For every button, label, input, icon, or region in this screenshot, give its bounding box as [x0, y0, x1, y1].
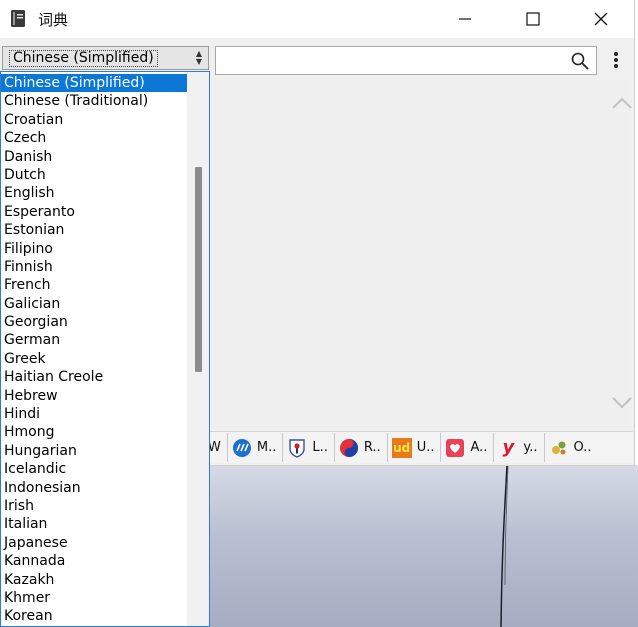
dictionary-label: U.. — [416, 440, 435, 455]
language-option[interactable]: Irish — [1, 497, 187, 515]
language-option[interactable]: Kannada — [1, 552, 187, 570]
ud-icon: ud — [391, 437, 412, 458]
language-option[interactable]: Danish — [1, 148, 187, 166]
dictionary-label: y.. — [523, 440, 538, 455]
shield-icon — [289, 438, 306, 458]
maximize-button[interactable] — [510, 0, 556, 38]
window-title: 词典 — [38, 11, 69, 29]
language-option[interactable]: Galician — [1, 295, 187, 313]
dictionary-label: L.. — [312, 440, 328, 455]
language-option[interactable]: Estonian — [1, 221, 187, 239]
language-option[interactable]: Chinese (Simplified) — [1, 74, 187, 93]
language-option[interactable]: Czech — [1, 129, 187, 147]
y-icon: y — [502, 436, 515, 458]
language-option[interactable]: Korean — [1, 607, 187, 625]
dropdown-scrollbar-thumb[interactable] — [195, 167, 202, 372]
dictionary-button-l[interactable]: L.. — [283, 433, 335, 462]
scroll-up-icon[interactable] — [609, 92, 635, 116]
language-select-value: Chinese (Simplified) — [9, 50, 158, 67]
dictionary-toolbar: W M.. L.. R.. ud U.. A.. y y.. O.. — [205, 431, 633, 463]
background-crack-line — [500, 465, 509, 627]
language-option[interactable]: Hmong — [1, 423, 187, 441]
language-option[interactable]: Hindi — [1, 405, 187, 423]
maximize-icon — [526, 12, 540, 26]
language-option[interactable]: Chinese (Traditional) — [1, 92, 187, 110]
language-option[interactable]: English — [1, 184, 187, 202]
language-options: Chinese (Simplified) Chinese (Traditional… — [1, 74, 187, 626]
search-icon[interactable] — [570, 51, 590, 71]
dictionary-button-o[interactable]: O.. — [545, 433, 598, 462]
language-option[interactable]: Haitian Creole — [1, 368, 187, 386]
combo-arrows-icon: ▲ ▼ — [195, 49, 202, 66]
language-option[interactable]: Khmer — [1, 589, 187, 607]
language-select[interactable]: Chinese (Simplified) ▲ ▼ — [2, 46, 209, 70]
dots-icon — [551, 441, 566, 454]
dictionary-label: R.. — [363, 440, 381, 455]
minimize-button[interactable] — [442, 0, 488, 38]
more-options-button[interactable] — [606, 46, 626, 74]
search-box — [215, 46, 597, 75]
language-option[interactable]: German — [1, 331, 187, 349]
dictionary-button-m[interactable]: M.. — [228, 433, 284, 462]
language-option[interactable]: Croatian — [1, 111, 187, 129]
language-option[interactable]: Dutch — [1, 166, 187, 184]
dictionary-button-y[interactable]: y y.. — [494, 433, 545, 462]
language-option[interactable]: Hungarian — [1, 442, 187, 460]
dropdown-scrollbar[interactable] — [187, 72, 209, 626]
close-button[interactable] — [578, 0, 624, 38]
language-option[interactable]: Filipino — [1, 240, 187, 258]
more-vertical-icon — [614, 52, 618, 68]
dictionary-button-r[interactable]: R.. — [335, 433, 388, 462]
dictionary-label: O.. — [573, 440, 592, 455]
heart-box-icon — [446, 438, 465, 457]
language-option[interactable]: Georgian — [1, 313, 187, 331]
search-input[interactable] — [220, 50, 564, 72]
scroll-down-icon[interactable] — [609, 390, 635, 414]
book-icon — [11, 10, 25, 27]
language-option[interactable]: Indonesian — [1, 479, 187, 497]
language-option[interactable]: French — [1, 276, 187, 294]
language-option[interactable]: Italian — [1, 515, 187, 533]
dictionary-button-a[interactable]: A.. — [441, 433, 495, 462]
dictionary-label: M.. — [256, 440, 277, 455]
language-option[interactable]: Greek — [1, 350, 187, 368]
swirl-icon — [339, 438, 358, 457]
translation-content-area — [215, 80, 630, 428]
language-option[interactable]: Icelandic — [1, 460, 187, 478]
language-option[interactable]: Kazakh — [1, 571, 187, 589]
dictionary-button-u[interactable]: ud U.. — [388, 433, 442, 462]
language-option[interactable]: Esperanto — [1, 203, 187, 221]
title-bar: 词典 — [0, 0, 634, 38]
language-option[interactable]: Finnish — [1, 258, 187, 276]
minimize-icon — [459, 18, 471, 20]
language-dropdown-list: Chinese (Simplified) Chinese (Traditional… — [0, 71, 210, 627]
language-option[interactable]: Japanese — [1, 534, 187, 552]
language-option[interactable]: Hebrew — [1, 387, 187, 405]
globe-icon — [232, 438, 251, 457]
dictionary-label: A.. — [470, 440, 488, 455]
close-icon — [594, 12, 608, 26]
